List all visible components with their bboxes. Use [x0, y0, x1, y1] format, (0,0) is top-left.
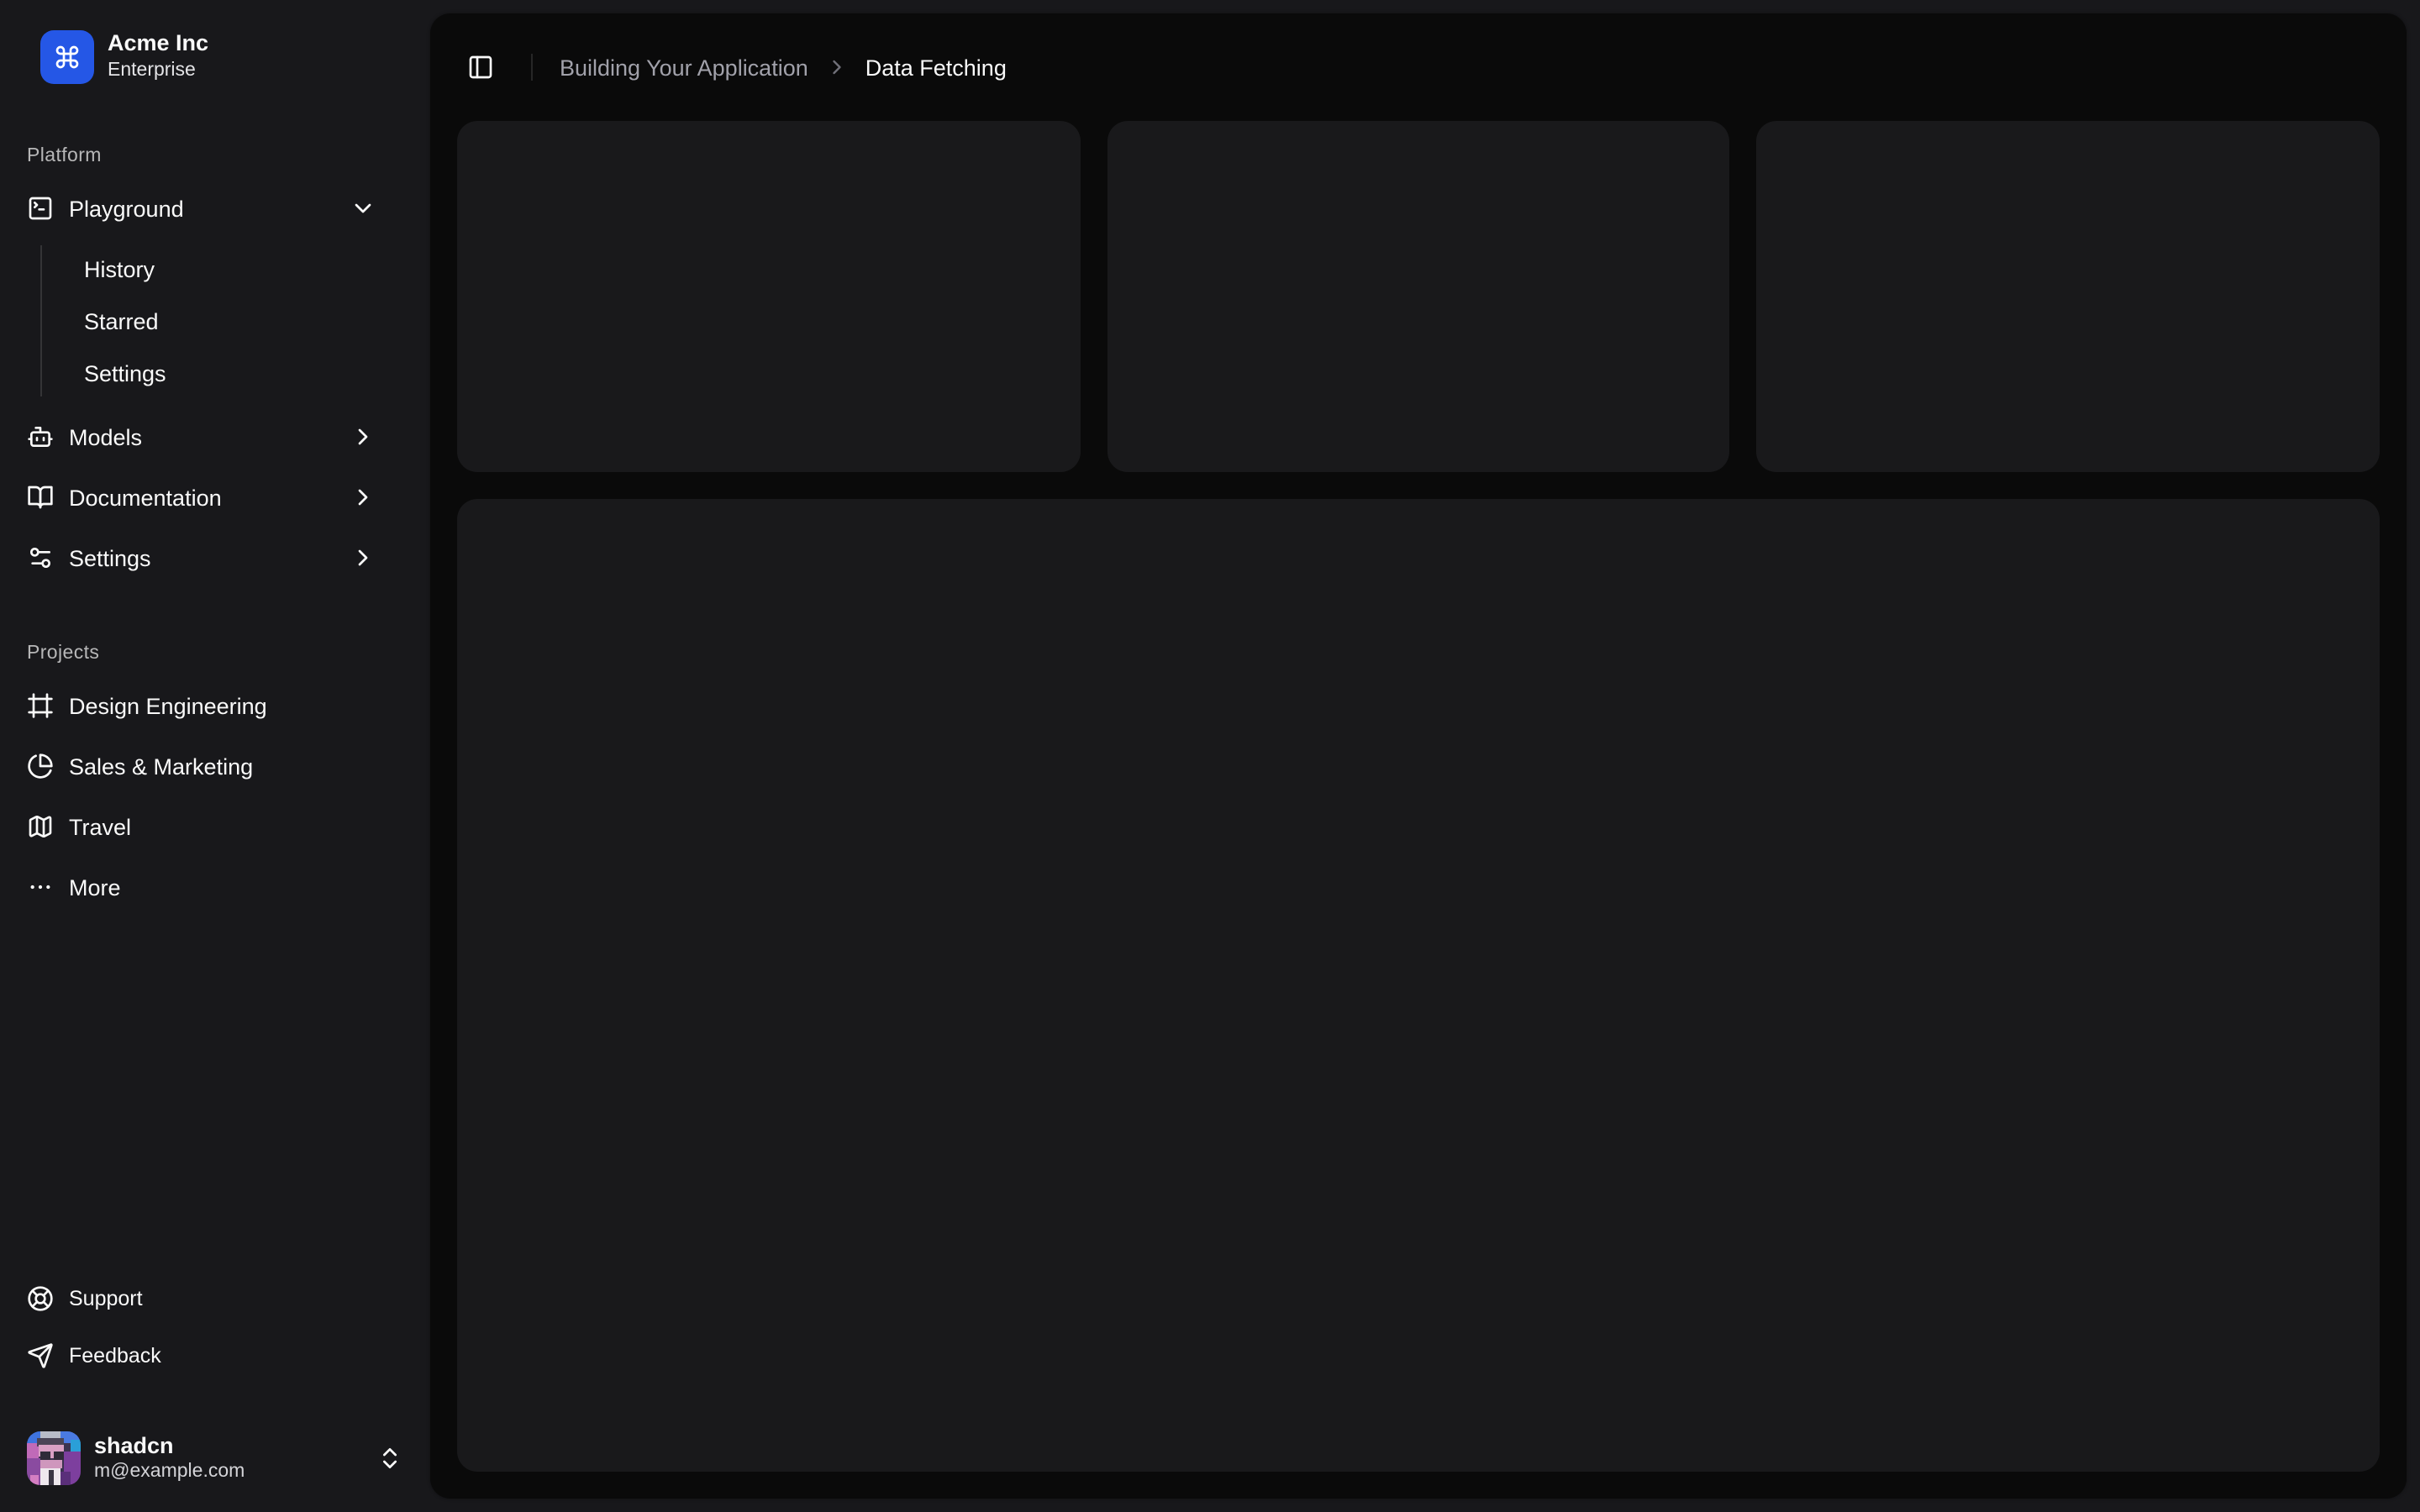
menu-item-documentation: Documentation: [27, 470, 403, 524]
header-separator: [531, 54, 533, 81]
menu-item-playground: Playground History Starred Settings: [27, 181, 403, 403]
sidebar-item-settings[interactable]: Settings: [13, 531, 390, 585]
chevron-right-icon: [350, 484, 376, 511]
team-plan: Enterprise: [108, 60, 196, 81]
settings-icon: [27, 544, 54, 571]
sidebar-item-models[interactable]: Models: [13, 410, 390, 464]
sidebar-item-design-engineering[interactable]: Design Engineering: [13, 679, 390, 732]
group-label-projects: Projects: [27, 643, 100, 664]
placeholder-card: [1107, 121, 1730, 471]
sidebar-footer: shadcn m@example.com: [0, 1404, 430, 1512]
breadcrumb-parent-link[interactable]: Building Your Application: [560, 55, 808, 80]
app-root: Acme Inc Enterprise Platform Playground: [0, 0, 2420, 1512]
chevron-down-icon: [350, 195, 376, 222]
sidebar-toggle-button[interactable]: [457, 44, 504, 91]
nav-group-secondary: Support Feedback: [0, 1259, 430, 1404]
sidebar-item-documentation[interactable]: Documentation: [13, 470, 390, 524]
send-icon: [27, 1341, 54, 1368]
sidebar-item-playground[interactable]: Playground: [13, 181, 390, 235]
team-name: Acme Inc: [108, 30, 209, 56]
breadcrumb: Building Your Application Data Fetching: [560, 55, 1007, 80]
sidebar-item-support[interactable]: Support: [13, 1273, 390, 1323]
user-menu-button[interactable]: shadcn m@example.com: [13, 1417, 417, 1499]
placeholder-card: [457, 121, 1081, 471]
placeholder-panel: [457, 498, 2380, 1472]
panel-left-icon: [467, 54, 494, 81]
placeholder-card: [1756, 121, 2381, 471]
pie-chart-icon: [27, 753, 54, 780]
sidebar: Acme Inc Enterprise Platform Playground: [0, 0, 430, 1512]
sidebar-subitem-history[interactable]: History: [71, 245, 403, 292]
team-switcher-button[interactable]: Acme Inc Enterprise: [27, 24, 403, 91]
sidebar-subitem-starred[interactable]: Starred: [71, 297, 403, 344]
command-icon: [40, 30, 94, 84]
sidebar-header: Acme Inc Enterprise: [0, 0, 430, 101]
user-email: m@example.com: [94, 1462, 245, 1483]
placeholder-card-row: [457, 121, 2381, 471]
user-avatar: [27, 1431, 81, 1485]
group-label-platform: Platform: [27, 146, 102, 166]
main-content: Building Your Application Data Fetching: [430, 13, 2407, 1499]
sidebar-item-sales-marketing[interactable]: Sales & Marketing: [13, 739, 390, 793]
sidebar-item-more[interactable]: More: [13, 860, 390, 914]
menu-item-models: Models: [27, 410, 403, 464]
map-icon: [27, 813, 54, 840]
playground-submenu: History Starred Settings: [40, 245, 403, 396]
inset-body: [430, 121, 2407, 1499]
inset-header: Building Your Application Data Fetching: [430, 13, 2407, 121]
nav-group-projects: Projects Design Engineering Sales & Mark…: [0, 615, 430, 927]
breadcrumb-current-page: Data Fetching: [865, 55, 1007, 80]
user-name: shadcn: [94, 1432, 174, 1458]
frame-icon: [27, 692, 54, 719]
sidebar-subitem-settings[interactable]: Settings: [71, 349, 403, 396]
square-terminal-icon: [27, 195, 54, 222]
menu-item-settings: Settings: [27, 531, 403, 585]
chevron-right-icon: [350, 423, 376, 450]
sidebar-item-travel[interactable]: Travel: [13, 800, 390, 853]
chevrons-up-down-icon: [376, 1445, 403, 1472]
sidebar-content: Platform Playground History Starred Sett…: [0, 101, 430, 1404]
sidebar-item-feedback[interactable]: Feedback: [13, 1330, 390, 1380]
life-buoy-icon: [27, 1284, 54, 1311]
nav-group-platform: Platform Playground History Starred Sett…: [0, 118, 430, 598]
chevron-right-icon: [350, 544, 376, 571]
chevron-right-icon: [825, 55, 849, 79]
bot-icon: [27, 423, 54, 450]
book-open-icon: [27, 484, 54, 511]
ellipsis-icon: [27, 874, 54, 900]
